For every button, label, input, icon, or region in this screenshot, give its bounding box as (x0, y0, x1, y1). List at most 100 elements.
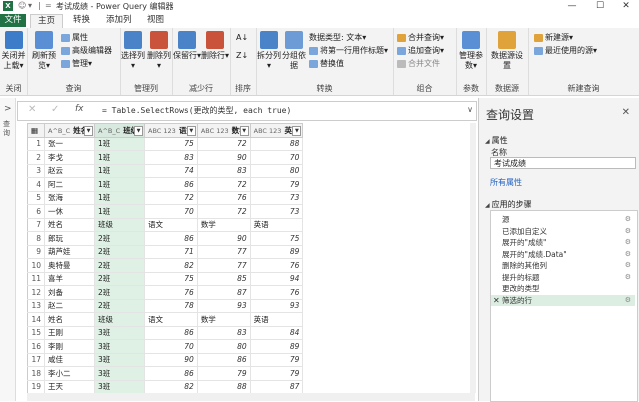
class-cell[interactable]: 3班 (94, 339, 145, 354)
english-cell[interactable]: 80 (249, 163, 304, 178)
math-cell[interactable]: 83 (196, 163, 251, 178)
table-row[interactable]: 18 李小二 3班 86 79 79 (27, 366, 304, 381)
step-settings-gear-icon[interactable]: ⚙ (625, 214, 631, 225)
name-cell[interactable]: 李戈 (44, 150, 95, 165)
table-row[interactable]: 8 郎玩 2班 86 90 75 (27, 231, 304, 246)
class-cell[interactable]: 1班 (94, 136, 145, 151)
math-cell[interactable]: 72 (196, 204, 251, 219)
table-row[interactable]: 3 赵云 1班 74 83 80 (27, 163, 304, 178)
step-settings-gear-icon[interactable]: ⚙ (625, 237, 631, 248)
chinese-cell[interactable]: 78 (144, 298, 198, 313)
expand-queries-icon[interactable]: > (4, 104, 12, 114)
math-cell[interactable]: 93 (196, 298, 251, 313)
sort-ascending-button[interactable]: A↓ (236, 32, 248, 43)
math-cell[interactable]: 83 (196, 325, 251, 340)
qa-dropdown-icon[interactable]: ▾ (28, 1, 32, 10)
math-cell[interactable]: 72 (196, 136, 251, 151)
table-row[interactable]: 10 奥特曼 2班 82 77 76 (27, 258, 304, 273)
english-cell[interactable]: 英语 (249, 217, 304, 232)
chinese-cell[interactable]: 86 (144, 177, 198, 192)
delete-step-icon[interactable]: ✕ (493, 295, 500, 306)
applied-step[interactable]: 更改的类型 (491, 283, 635, 294)
math-cell[interactable]: 76 (196, 190, 251, 205)
table-row[interactable]: 16 李刚 3班 70 80 89 (27, 339, 304, 354)
name-cell[interactable]: 郎玩 (44, 231, 95, 246)
name-cell[interactable]: 姓名 (44, 312, 95, 327)
qa-customize-icon[interactable]: = (45, 1, 52, 10)
english-cell[interactable]: 75 (249, 231, 304, 246)
chinese-cell[interactable]: 语文 (144, 312, 198, 327)
class-cell[interactable]: 2班 (94, 285, 145, 300)
english-cell[interactable]: 94 (249, 271, 304, 286)
chinese-cell[interactable]: 82 (144, 258, 198, 273)
keep-rows-button[interactable]: 保留行▾ (173, 31, 201, 61)
use-first-row-headers-button[interactable]: 将第一行用作标题▾ (309, 45, 388, 56)
name-cell[interactable]: 李小二 (44, 366, 95, 381)
math-cell[interactable]: 77 (196, 244, 251, 259)
column-header-class[interactable]: A^B_C 班级 ▼ (94, 123, 145, 138)
formula-cancel-icon[interactable]: ✕ (28, 104, 36, 115)
chinese-cell[interactable]: 86 (144, 231, 198, 246)
math-cell[interactable]: 数学 (196, 312, 251, 327)
data-source-settings-button[interactable]: 数据源设置 (490, 31, 524, 71)
name-cell[interactable]: 阿二 (44, 177, 95, 192)
remove-columns-button[interactable]: 删除列▾ (146, 31, 172, 71)
class-cell[interactable]: 3班 (94, 366, 145, 381)
column-header-chinese[interactable]: ABC 123语文▼ (144, 123, 198, 138)
minimize-button[interactable]: — (561, 0, 583, 12)
column-header-math[interactable]: ABC 123数学▼ (196, 123, 251, 138)
properties-button[interactable]: 属性 (61, 32, 88, 43)
class-cell[interactable]: 1班 (94, 163, 145, 178)
math-cell[interactable]: 80 (196, 339, 251, 354)
maximize-button[interactable]: ☐ (589, 0, 611, 12)
english-cell[interactable]: 79 (249, 366, 304, 381)
filter-dropdown-icon[interactable]: ▼ (134, 126, 143, 136)
applied-steps-section-header[interactable]: ◢ 应用的步骤 (485, 199, 532, 210)
class-cell[interactable]: 2班 (94, 231, 145, 246)
english-cell[interactable]: 73 (249, 204, 304, 219)
tab-view[interactable]: 视图 (140, 14, 171, 27)
tab-transform[interactable]: 转换 (66, 14, 97, 27)
manage-button[interactable]: 管理▾ (61, 58, 92, 69)
name-cell[interactable]: 一休 (44, 204, 95, 219)
applied-step[interactable]: 展开的"成绩.Data" ⚙ (491, 249, 635, 260)
applied-step[interactable]: 提升的标题 ⚙ (491, 272, 635, 283)
table-row[interactable]: 12 刘备 2班 76 87 76 (27, 285, 304, 300)
new-source-button[interactable]: 新建源▾ (534, 32, 573, 43)
math-cell[interactable]: 90 (196, 231, 251, 246)
english-cell[interactable]: 84 (249, 325, 304, 340)
table-row[interactable]: 9 葫芦娃 2班 71 77 89 (27, 244, 304, 259)
class-cell[interactable]: 1班 (94, 204, 145, 219)
properties-section-header[interactable]: ◢ 属性 (485, 135, 508, 146)
step-settings-gear-icon[interactable]: ⚙ (625, 295, 631, 306)
name-cell[interactable]: 刘备 (44, 285, 95, 300)
filter-dropdown-icon[interactable]: ▼ (239, 126, 249, 136)
grid-horizontal-scrollbar[interactable] (27, 393, 475, 401)
name-cell[interactable]: 李刚 (44, 339, 95, 354)
table-row[interactable]: 15 王刚 3班 86 83 84 (27, 325, 304, 340)
class-cell[interactable]: 1班 (94, 150, 145, 165)
chinese-cell[interactable]: 83 (144, 150, 198, 165)
chinese-cell[interactable]: 76 (144, 285, 198, 300)
name-cell[interactable]: 赵二 (44, 298, 95, 313)
replace-values-button[interactable]: 替换值 (309, 58, 344, 69)
table-row[interactable]: 4 阿二 1班 86 72 79 (27, 177, 304, 192)
remove-rows-button[interactable]: 删除行▾ (201, 31, 229, 61)
column-header-name[interactable]: A^B_C 姓名 ▼ (44, 123, 95, 138)
math-cell[interactable]: 88 (196, 379, 251, 394)
tab-add-column[interactable]: 添加列 (99, 14, 139, 27)
name-cell[interactable]: 姓名 (44, 217, 95, 232)
tab-home[interactable]: 主页 (30, 14, 64, 29)
name-cell[interactable]: 张海 (44, 190, 95, 205)
class-cell[interactable]: 班级 (94, 312, 145, 327)
step-settings-gear-icon[interactable]: ⚙ (625, 226, 631, 237)
table-row[interactable]: 13 赵二 2班 78 93 93 (27, 298, 304, 313)
table-row[interactable]: 5 张海 1班 72 76 73 (27, 190, 304, 205)
english-cell[interactable]: 英语 (249, 312, 304, 327)
class-cell[interactable]: 班级 (94, 217, 145, 232)
formula-confirm-icon[interactable]: ✓ (51, 104, 59, 115)
combine-files-button[interactable]: 合并文件 (397, 58, 440, 69)
name-cell[interactable]: 喜羊 (44, 271, 95, 286)
close-and-load-button[interactable]: 关闭并上载▾ (0, 31, 27, 71)
name-cell[interactable]: 王刚 (44, 325, 95, 340)
